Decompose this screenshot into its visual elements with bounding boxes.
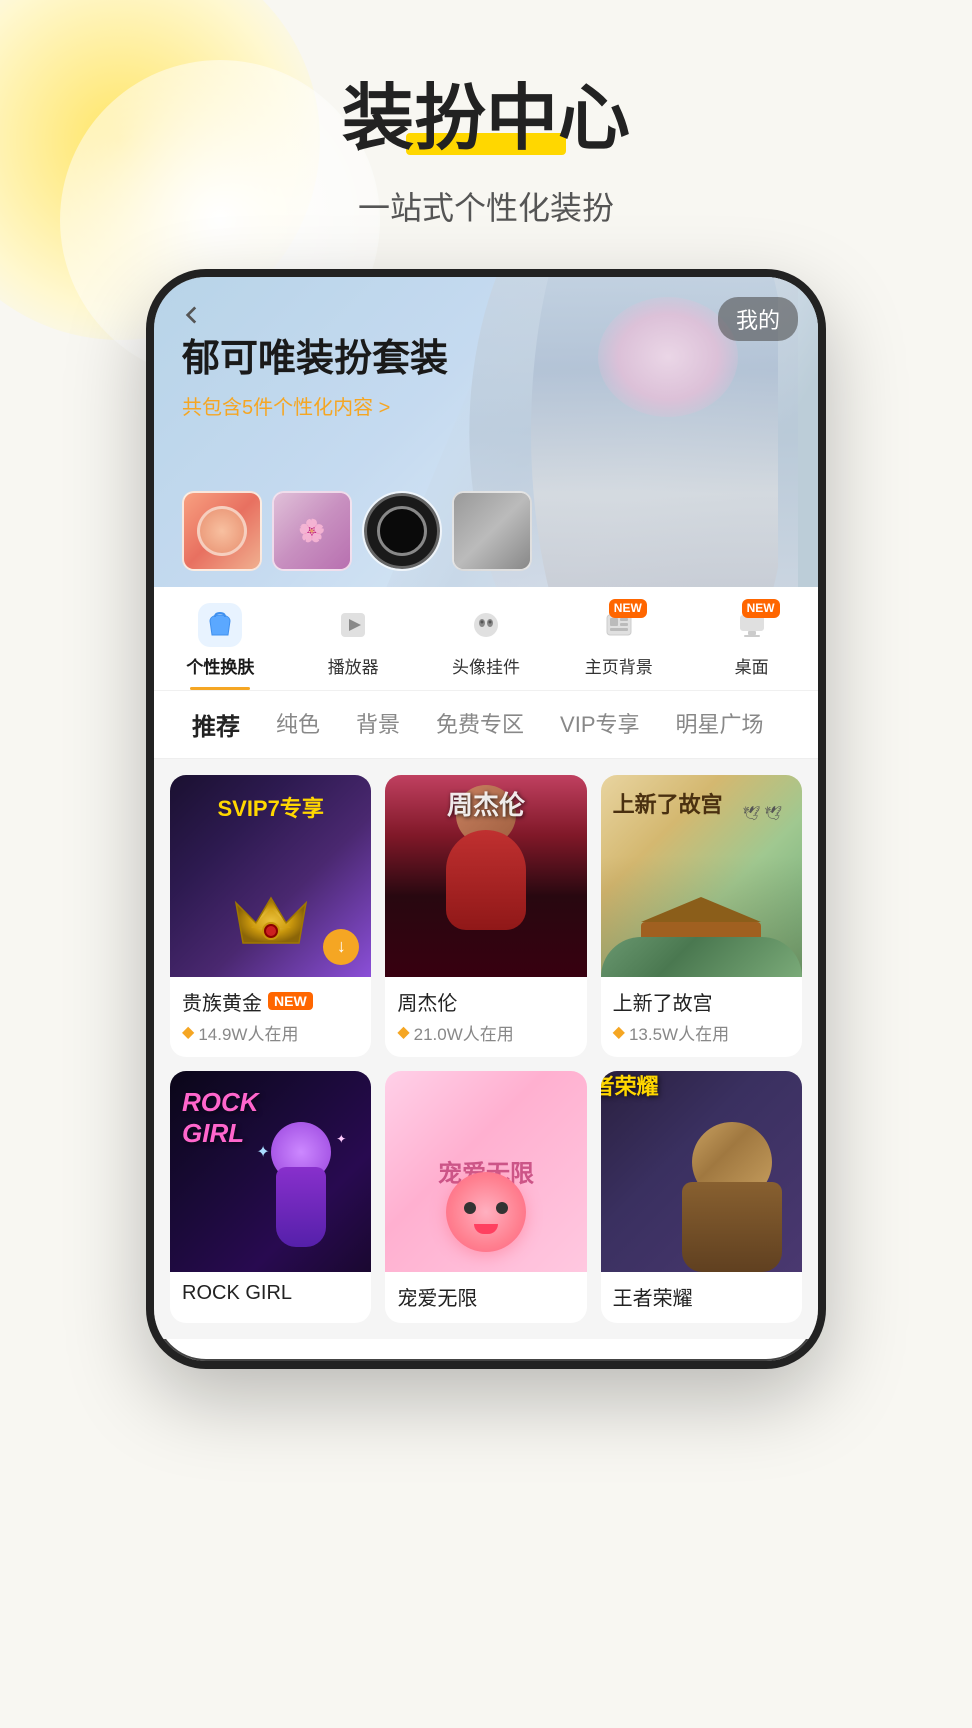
cat-label-avatar: 头像挂件	[452, 653, 520, 678]
item-name-5: 宠爱无限	[397, 1282, 574, 1311]
item-info-4: ROCK GIRL	[170, 1272, 371, 1317]
item-info-1: 贵族黄金 NEW ◆ 14.9W人在用	[170, 977, 371, 1057]
banner-hair-highlight	[598, 297, 738, 417]
palace-title-overlay: 上新了故宫	[613, 787, 723, 819]
banner-area: 我的 郁可唯装扮套装 共包含5件个性化内容 >	[154, 277, 818, 587]
header-section: 装扮中心 一站式个性化装扮	[0, 0, 972, 269]
cat-tab-homebg[interactable]: NEW 主页背景	[552, 587, 685, 690]
cat-label-player: 播放器	[328, 653, 379, 678]
phone-mockup-wrapper: 我的 郁可唯装扮套装 共包含5件个性化内容 >	[0, 269, 972, 1409]
sub-tab-free[interactable]: 免费专区	[418, 691, 542, 758]
item-info-6: 王者荣耀	[601, 1272, 802, 1323]
grid-item-4[interactable]: ROCKGIRL ✦ ✦	[170, 1071, 371, 1323]
cat-tab-avatar[interactable]: 头像挂件	[420, 587, 553, 690]
cat-label-homebg: 主页背景	[585, 653, 653, 678]
cat-tab-skin[interactable]: 个性换肤	[154, 587, 287, 690]
thumbnail-4[interactable]	[452, 491, 532, 571]
item-image-3: 上新了故宫 🕊 🕊	[601, 775, 802, 976]
desktop-new-badge: NEW	[742, 599, 780, 618]
thumbnail-3[interactable]	[362, 491, 442, 571]
grid-item-5[interactable]: 宠爱无限 宠爱无限	[385, 1071, 586, 1323]
page-subtitle: 一站式个性化装扮	[0, 183, 972, 229]
sub-tabs: 推荐 纯色 背景 免费专区 VIP专享 明星广场	[154, 691, 818, 759]
back-button[interactable]	[174, 297, 210, 333]
star-name-overlay: 周杰伦	[447, 785, 525, 822]
cat-label-skin: 个性换肤	[186, 653, 254, 678]
phone-content: 我的 郁可唯装扮套装 共包含5件个性化内容 >	[154, 277, 818, 1339]
sub-tab-recommend[interactable]: 推荐	[174, 691, 258, 758]
grid-item-2[interactable]: 周杰伦 周杰伦 ◆ 21.0W人在用	[385, 775, 586, 1056]
avatar-icon	[464, 603, 508, 647]
diamond-gold-2: ◆	[397, 1022, 409, 1042]
item-image-5: 宠爱无限	[385, 1071, 586, 1272]
item-info-3: 上新了故宫 ◆ 13.5W人在用	[601, 977, 802, 1057]
desktop-icon: NEW	[730, 603, 774, 647]
cat-tab-desktop[interactable]: NEW 桌面	[685, 587, 818, 690]
item-image-2: 周杰伦	[385, 775, 586, 976]
item-new-tag-1: NEW	[268, 992, 313, 1010]
sub-tab-star[interactable]: 明星广场	[658, 691, 782, 758]
item-image-4: ROCKGIRL ✦ ✦	[170, 1071, 371, 1272]
download-badge-1: ↓	[323, 929, 359, 965]
homebg-new-badge: NEW	[609, 599, 647, 618]
diamond-gold-3: ◆	[613, 1022, 625, 1042]
grid-item-1[interactable]: SVIP7专享	[170, 775, 371, 1056]
item-info-2: 周杰伦 ◆ 21.0W人在用	[385, 977, 586, 1057]
item-image-1: SVIP7专享	[170, 775, 371, 976]
sub-tab-solid[interactable]: 纯色	[258, 691, 338, 758]
item-name-1: 贵族黄金 NEW	[182, 987, 359, 1016]
item-users-1: ◆ 14.9W人在用	[182, 1020, 359, 1045]
banner-title: 郁可唯装扮套装	[182, 337, 448, 383]
sub-tab-vip[interactable]: VIP专享	[542, 691, 657, 758]
category-tabs: 个性换肤 播放器	[154, 587, 818, 691]
my-button[interactable]: 我的	[718, 297, 798, 341]
homebg-icon: NEW	[597, 603, 641, 647]
thumbnail-1[interactable]	[182, 491, 262, 571]
items-grid: SVIP7专享	[154, 759, 818, 1339]
rock-girl-text: ROCKGIRL	[182, 1087, 259, 1149]
player-icon	[331, 603, 375, 647]
thumbnail-2[interactable]: 🌸	[272, 491, 352, 571]
sub-tab-bg[interactable]: 背景	[338, 691, 418, 758]
item-name-6: 王者荣耀	[613, 1282, 790, 1311]
grid-item-6[interactable]: 王者荣耀 王者荣耀	[601, 1071, 802, 1323]
banner-text-block: 郁可唯装扮套装 共包含5件个性化内容 >	[182, 337, 448, 420]
banner-thumbnails: 🌸	[154, 491, 818, 571]
page-title: 装扮中心	[342, 80, 630, 159]
diamond-gold-1: ◆	[182, 1022, 194, 1042]
item-image-6: 王者荣耀	[601, 1071, 802, 1272]
phone-frame: 我的 郁可唯装扮套装 共包含5件个性化内容 >	[146, 269, 826, 1369]
item-name-3: 上新了故宫	[613, 987, 790, 1016]
grid-item-3[interactable]: 上新了故宫 🕊 🕊 上新了故宫 ◆ 13.5W人在用	[601, 775, 802, 1056]
king-text: 王者荣耀	[601, 1071, 659, 1101]
cat-tab-player[interactable]: 播放器	[287, 587, 420, 690]
svip-label: SVIP7专享	[217, 791, 323, 823]
item-info-5: 宠爱无限	[385, 1272, 586, 1323]
item-users-3: ◆ 13.5W人在用	[613, 1020, 790, 1045]
item-name-4: ROCK GIRL	[182, 1282, 359, 1305]
item-name-2: 周杰伦	[397, 987, 574, 1016]
skin-icon	[198, 603, 242, 647]
cat-label-desktop: 桌面	[735, 653, 769, 678]
banner-subtitle: 共包含5件个性化内容 >	[182, 391, 448, 420]
item-users-2: ◆ 21.0W人在用	[397, 1020, 574, 1045]
crown-icon	[231, 893, 311, 953]
